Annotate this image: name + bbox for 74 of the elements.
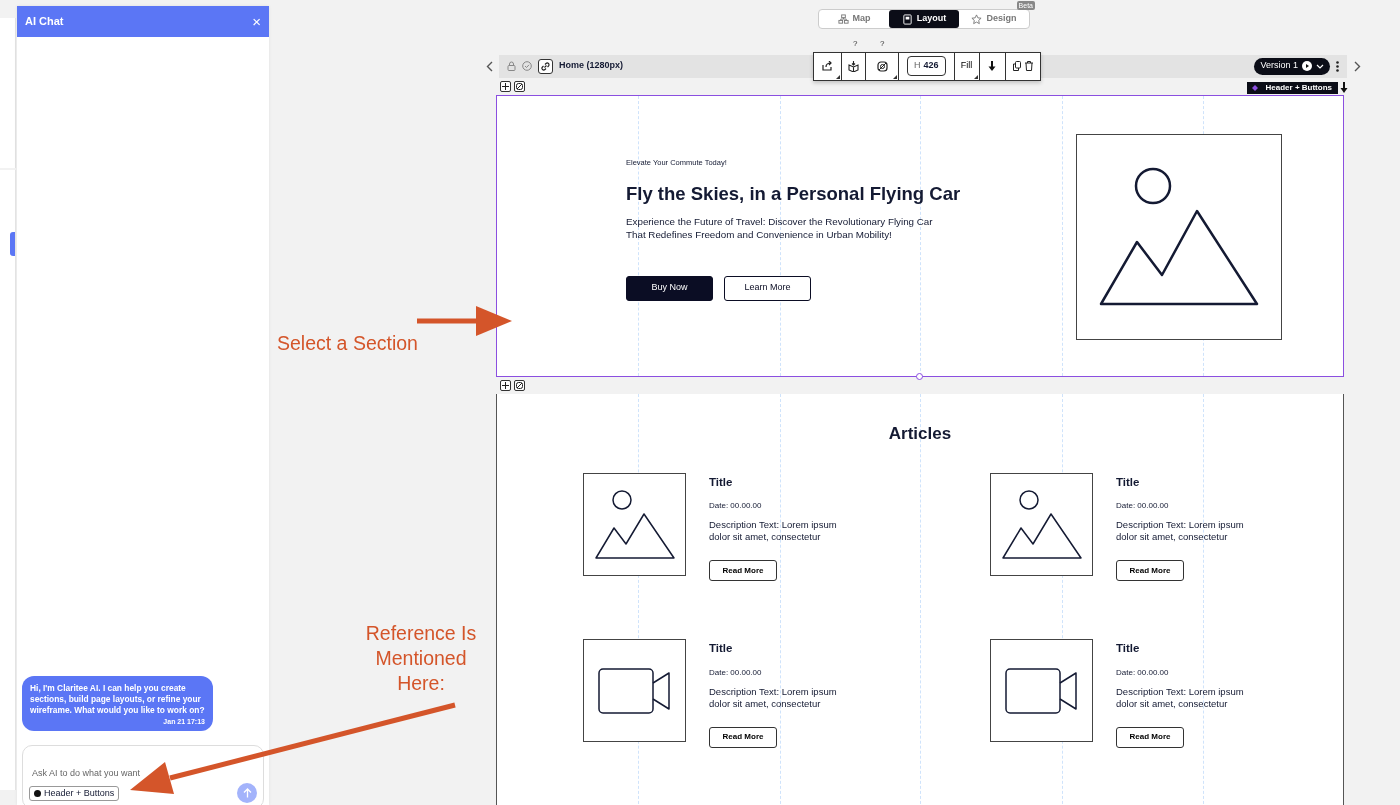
- height-field[interactable]: H 426: [907, 56, 946, 76]
- annotation-text: Select a Section: [277, 331, 418, 356]
- arrow-up-icon: [242, 788, 252, 798]
- component-button[interactable]: [866, 52, 899, 80]
- image-icon: [1099, 167, 1259, 305]
- trash-icon[interactable]: [1024, 61, 1033, 71]
- export-button[interactable]: [814, 52, 842, 80]
- image-icon: [595, 490, 675, 559]
- version-dropdown[interactable]: Version 1: [1254, 57, 1330, 75]
- read-more-button[interactable]: Read More: [709, 560, 777, 582]
- read-more-button[interactable]: Read More: [1116, 726, 1184, 748]
- panel-title: AI Chat: [25, 14, 64, 30]
- read-more-button[interactable]: Read More: [1116, 560, 1184, 582]
- arrow-down-icon: [988, 61, 997, 71]
- component-button[interactable]: [514, 379, 525, 391]
- hero-description: Experience the Future of Travel: Discover the Revolutionary Flying Car That Redefines Freedom and Convenience in Urban Mobility!: [626, 214, 934, 242]
- article-title: Title: [1116, 641, 1141, 657]
- article-description: Description Text: Lorem ipsum dolor sit amet, consectetur: [709, 685, 838, 711]
- view-tab[interactable]: Layout: [889, 10, 959, 28]
- arrow-down-icon[interactable]: [1340, 82, 1348, 93]
- more-icon[interactable]: [1336, 60, 1339, 72]
- video-camera-icon: [1005, 668, 1077, 715]
- view-tab[interactable]: Design: [959, 10, 1029, 28]
- image-icon: [1002, 490, 1082, 559]
- article-description: Description Text: Lorem ipsum dolor sit amet, consectetur: [1116, 685, 1245, 711]
- component-button[interactable]: [514, 80, 525, 92]
- sitemap-icon: [837, 13, 849, 25]
- message-text: Hi, I'm Claritee AI. I can help you create sections, build page layouts, or refine your wireframe. What would you like to work on?: [30, 683, 205, 716]
- component-icon: [516, 381, 523, 389]
- buy-button[interactable]: Buy Now: [626, 275, 713, 301]
- plus-icon: [502, 381, 509, 389]
- article-date: Date: 00.00.00: [709, 666, 763, 679]
- check-circle-icon[interactable]: [522, 61, 532, 71]
- page-name: Home (1280px): [559, 59, 624, 73]
- download-button[interactable]: [842, 52, 866, 80]
- download-icon: [848, 60, 859, 72]
- lock-icon[interactable]: [507, 61, 516, 71]
- link-button[interactable]: [538, 58, 553, 74]
- close-button[interactable]: ×: [252, 14, 261, 29]
- article-date: Date: 00.00.00: [709, 500, 763, 513]
- article-title: Title: [709, 474, 734, 490]
- component-icon: [876, 60, 888, 72]
- star-icon: [971, 13, 983, 25]
- fill-dropdown[interactable]: Fill: [954, 52, 980, 80]
- dot-icon: [34, 789, 41, 797]
- help-mark[interactable]: ?: [880, 37, 885, 50]
- add-section-button[interactable]: [500, 80, 511, 92]
- page-icon: [901, 13, 913, 25]
- plus-icon: [502, 82, 509, 90]
- article-date: Date: 00.00.00: [1116, 500, 1170, 513]
- add-section-button[interactable]: [500, 379, 511, 391]
- play-icon: [1302, 61, 1312, 71]
- article-description: Description Text: Lorem ipsum dolor sit amet, consectetur: [709, 519, 838, 544]
- learn-more-button[interactable]: Learn More: [724, 275, 811, 301]
- help-mark[interactable]: ?: [853, 37, 858, 50]
- diamond-icon: [1251, 84, 1258, 91]
- view-tab[interactable]: Map: [819, 10, 889, 28]
- resize-handle[interactable]: [916, 372, 923, 380]
- article-description: Description Text: Lorem ipsum dolor sit amet, consectetur: [1116, 519, 1245, 544]
- annotation-text: Reference Is Mentioned Here:: [364, 621, 478, 696]
- article-title: Title: [709, 641, 734, 657]
- video-camera-icon: [598, 668, 670, 715]
- link-icon: [541, 61, 550, 71]
- read-more-button[interactable]: Read More: [709, 726, 777, 748]
- article-title: Title: [1116, 474, 1141, 490]
- share-icon: [822, 61, 833, 71]
- copy-icon[interactable]: [1012, 61, 1021, 71]
- reference-chip[interactable]: Header + Buttons: [29, 785, 120, 801]
- chevron-down-icon: [1316, 63, 1324, 69]
- component-icon: [516, 82, 523, 90]
- section-title: Articles: [887, 423, 953, 444]
- arrow-down-button[interactable]: [979, 52, 1006, 80]
- section-label: Header + Buttons: [1246, 81, 1338, 94]
- article-date: Date: 00.00.00: [1116, 666, 1170, 679]
